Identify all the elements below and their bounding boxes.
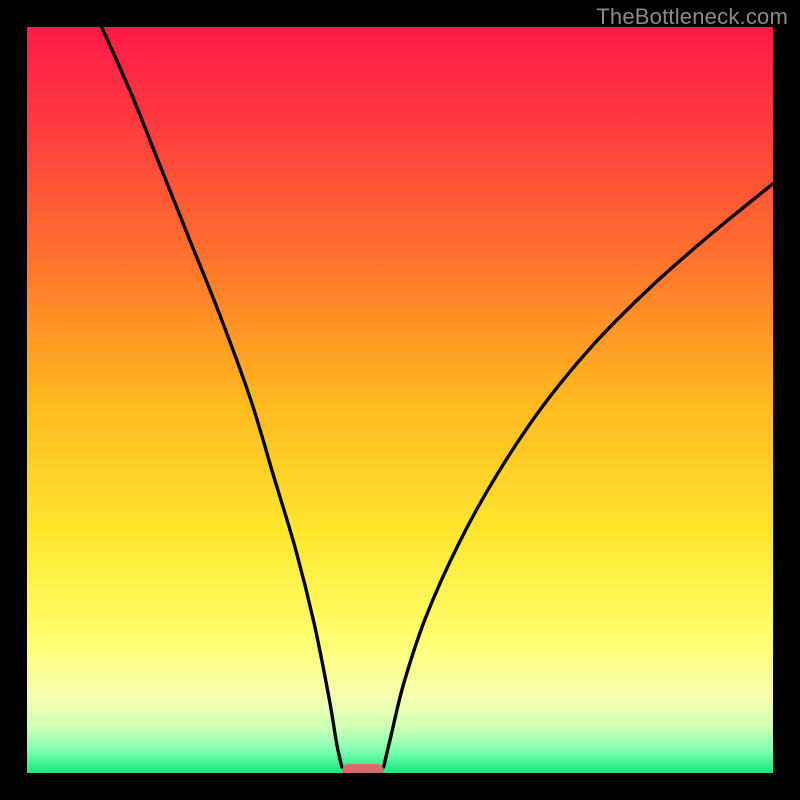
curve-layer xyxy=(27,27,773,773)
left-curve xyxy=(102,27,342,767)
watermark-text: TheBottleneck.com xyxy=(596,4,788,30)
chart-frame: TheBottleneck.com xyxy=(0,0,800,800)
right-curve xyxy=(384,184,773,767)
plot-area xyxy=(27,27,773,773)
bottleneck-marker xyxy=(342,764,384,773)
